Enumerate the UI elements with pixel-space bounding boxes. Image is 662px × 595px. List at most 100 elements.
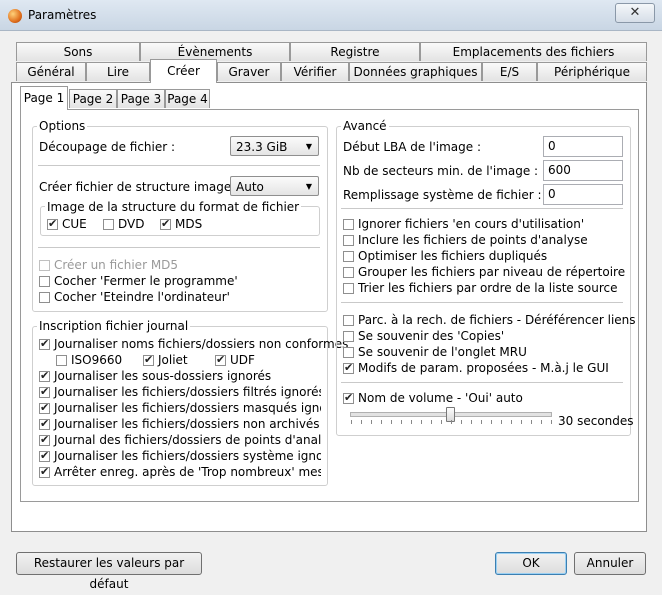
struct-select[interactable]: Auto ▼ — [230, 176, 319, 196]
checkbox-box[interactable] — [343, 267, 354, 278]
sectors-label: Nb de secteurs min. de l'image : — [343, 164, 539, 178]
adv-checkbox[interactable]: Ignorer fichiers 'en cours d'utilisation… — [343, 217, 584, 231]
slider-tick — [371, 420, 372, 424]
sectors-input[interactable]: 600 — [543, 160, 623, 181]
checkbox-box[interactable] — [56, 355, 67, 366]
tab-registre[interactable]: Registre — [290, 42, 420, 61]
subtab-page-3[interactable]: Page 3 — [117, 89, 165, 108]
ok-button[interactable]: OK — [495, 552, 567, 575]
slider-tick — [511, 420, 512, 424]
volume-auto-checkbox[interactable]: Nom de volume - 'Oui' auto — [343, 391, 523, 405]
tab-general[interactable]: Général — [16, 62, 86, 81]
separator — [38, 247, 320, 248]
split-label: Découpage de fichier : — [39, 140, 176, 154]
adv-checkbox[interactable]: Modifs de param. proposées - M.à.j le GU… — [343, 361, 609, 375]
options-legend: Options — [37, 119, 88, 133]
log-item-checkbox[interactable]: Journaliser les sous-dossiers ignorés — [39, 369, 271, 383]
tab-verifier[interactable]: Vérifier — [281, 62, 349, 81]
checkbox-box[interactable] — [343, 315, 354, 326]
log-item-checkbox[interactable]: Journaliser les fichiers/dossiers filtré… — [39, 385, 321, 399]
log-item-checkbox[interactable]: Journaliser les fichiers/dossiers masqué… — [39, 401, 321, 415]
chevron-down-icon: ▼ — [305, 142, 312, 151]
checkbox-box[interactable] — [343, 283, 354, 294]
checkbox-box[interactable] — [343, 251, 354, 262]
cancel-button[interactable]: Annuler — [574, 552, 646, 575]
window-title: Paramètres — [28, 8, 97, 22]
adv-checkbox[interactable]: Grouper les fichiers par niveau de réper… — [343, 265, 625, 279]
format-cue-checkbox[interactable]: CUE — [47, 217, 87, 231]
close-program-checkbox[interactable]: Cocher 'Fermer le programme' — [39, 274, 238, 288]
checkbox-box[interactable] — [39, 449, 50, 462]
adv-checkbox[interactable]: Parc. à la rech. de fichiers - Déréféren… — [343, 313, 636, 327]
checkbox-box[interactable] — [343, 235, 354, 246]
slider-tick — [391, 420, 392, 424]
log-legend: Inscription fichier journal — [37, 319, 191, 333]
checkbox-box[interactable] — [143, 353, 154, 366]
subtab-page-4[interactable]: Page 4 — [165, 89, 210, 108]
format-dvd-checkbox[interactable]: DVD — [103, 217, 144, 231]
restore-defaults-button[interactable]: Restaurer les valeurs par défaut — [16, 552, 202, 591]
adv-checkbox[interactable]: Se souvenir des 'Copies' — [343, 329, 504, 343]
checkbox-box[interactable] — [39, 417, 50, 430]
slider-tick — [521, 420, 522, 424]
tab-es[interactable]: E/S — [482, 62, 537, 81]
log-nonconform-checkbox[interactable]: Journaliser noms fichiers/dossiers non c… — [39, 337, 348, 351]
separator — [341, 382, 623, 383]
struct-label: Créer fichier de structure image : — [39, 180, 240, 194]
shutdown-checkbox[interactable]: Cocher 'Eteindre l'ordinateur' — [39, 290, 230, 304]
close-button[interactable]: ✕ — [615, 3, 655, 23]
fill-input[interactable]: 0 — [543, 184, 623, 205]
tab-donnees-graphiques[interactable]: Données graphiques — [349, 62, 482, 81]
checkbox-box[interactable] — [160, 217, 171, 230]
checkbox-box[interactable] — [47, 217, 58, 230]
adv-checkbox[interactable]: Se souvenir de l'onglet MRU — [343, 345, 527, 359]
adv-checkbox[interactable]: Trier les fichiers par ordre de la liste… — [343, 281, 617, 295]
lba-label: Début LBA de l'image : — [343, 140, 481, 154]
slider-tick — [361, 420, 362, 424]
subtab-page-2[interactable]: Page 2 — [69, 89, 117, 108]
checkbox-box[interactable] — [215, 353, 226, 366]
tab-lire[interactable]: Lire — [86, 62, 150, 81]
log-item-checkbox[interactable]: Journaliser les fichiers/dossiers non ar… — [39, 417, 321, 431]
checkbox-box[interactable] — [39, 433, 50, 446]
udf-checkbox[interactable]: UDF — [215, 353, 255, 367]
slider-tick — [401, 420, 402, 424]
subtab-page-1[interactable]: Page 1 — [20, 86, 68, 110]
checkbox-box[interactable] — [39, 369, 50, 382]
checkbox-box[interactable] — [39, 276, 50, 287]
checkbox-box[interactable] — [343, 331, 354, 342]
tab-emplacements[interactable]: Emplacements des fichiers — [420, 42, 647, 61]
adv-checkbox[interactable]: Optimiser les fichiers dupliqués — [343, 249, 547, 263]
checkbox-box[interactable] — [343, 219, 354, 230]
log-item-checkbox[interactable]: Journaliser les fichiers/dossiers systèm… — [39, 449, 321, 463]
checkbox-box[interactable] — [39, 385, 50, 398]
split-select[interactable]: 23.3 GiB ▼ — [230, 136, 319, 156]
format-mds-checkbox[interactable]: MDS — [160, 217, 202, 231]
tab-graver[interactable]: Graver — [217, 62, 281, 81]
checkbox-box[interactable] — [39, 292, 50, 303]
tab-sons[interactable]: Sons — [16, 42, 140, 61]
md5-checkbox[interactable]: Créer un fichier MD5 — [39, 258, 178, 272]
checkbox-box[interactable] — [343, 391, 354, 404]
slider-tick — [551, 420, 552, 424]
checkbox-box[interactable] — [103, 219, 114, 230]
checkbox-box[interactable] — [39, 260, 50, 271]
tab-creer[interactable]: Créer — [150, 59, 217, 83]
lba-input[interactable]: 0 — [543, 136, 623, 157]
tab-peripherique[interactable]: Périphérique — [537, 62, 647, 81]
checkbox-box[interactable] — [39, 401, 50, 414]
checkbox-box[interactable] — [343, 361, 354, 374]
checkbox-box[interactable] — [343, 347, 354, 358]
format-legend: Image de la structure du format de fichi… — [45, 200, 302, 214]
log-item-checkbox[interactable]: Arrêter enreg. après de 'Trop nombreux' … — [39, 465, 321, 479]
checkbox-box[interactable] — [39, 465, 50, 478]
joliet-checkbox[interactable]: Joliet — [143, 353, 188, 367]
slider-tick — [441, 420, 442, 424]
checkbox-box[interactable] — [39, 337, 50, 350]
separator — [341, 208, 623, 209]
slider-tick — [431, 420, 432, 424]
iso9660-checkbox[interactable]: ISO9660 — [56, 353, 122, 367]
log-item-checkbox[interactable]: Journal des fichiers/dossiers de points … — [39, 433, 321, 447]
adv-checkbox[interactable]: Inclure les fichiers de points d'analyse — [343, 233, 588, 247]
app-icon — [8, 9, 22, 23]
